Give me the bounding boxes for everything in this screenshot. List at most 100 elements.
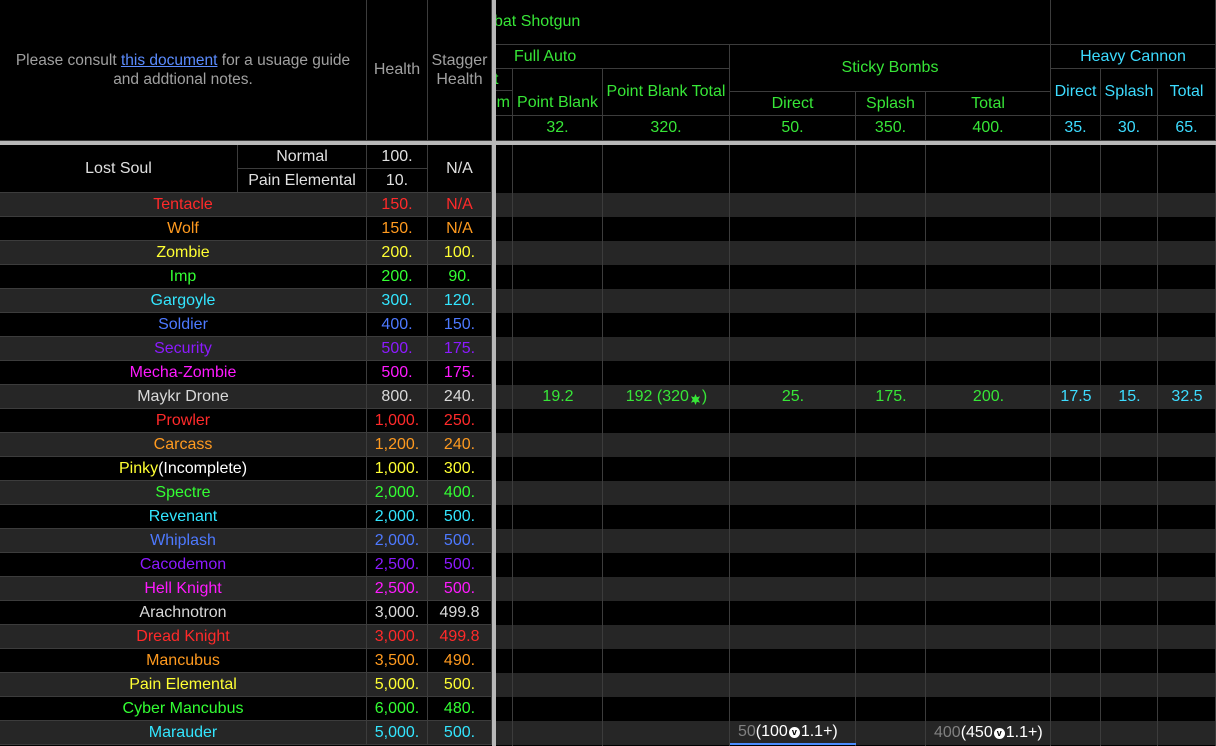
frozen-row-divider[interactable] xyxy=(0,141,1216,145)
enemy-stagger[interactable]: 175. xyxy=(428,361,492,385)
drone-point-blank[interactable]: 19.2 xyxy=(513,385,603,409)
enemy-stagger[interactable]: 480. xyxy=(428,697,492,721)
enemy-health[interactable]: 2,500. xyxy=(367,553,428,577)
enemy-name-cell[interactable]: Cacodemon xyxy=(0,553,367,577)
drone-hc-total[interactable]: 32.5 xyxy=(1158,385,1216,409)
point-blank-total-header: Point Blank Total xyxy=(603,69,730,116)
enemy-name-cell[interactable]: Mancubus xyxy=(0,649,367,673)
enemy-name-cell[interactable]: Marauder xyxy=(0,721,367,745)
enemy-name: Spectre xyxy=(155,483,211,501)
splat-icon xyxy=(690,392,701,405)
marauder-sticky-direct[interactable]: 50 (100 v 1.1+) xyxy=(730,721,856,745)
frozen-column-divider[interactable] xyxy=(492,0,496,746)
drone-hc-direct[interactable]: 17.5 xyxy=(1051,385,1101,409)
enemy-health[interactable]: 500. xyxy=(367,361,428,385)
enemy-stagger[interactable]: 240. xyxy=(428,433,492,457)
enemy-stagger[interactable]: 500. xyxy=(428,505,492,529)
enemy-name-cell[interactable]: Arachnotron xyxy=(0,601,367,625)
enemy-stagger[interactable]: 500. xyxy=(428,529,492,553)
enemy-stagger[interactable]: 500. xyxy=(428,553,492,577)
enemy-stagger[interactable]: 400. xyxy=(428,481,492,505)
enemy-name: Hell Knight xyxy=(144,579,222,597)
enemy-stagger[interactable]: 100. xyxy=(428,241,492,265)
enemy-name-cell[interactable]: Mecha-Zombie xyxy=(0,361,367,385)
enemy-stagger[interactable]: 499.8 xyxy=(428,601,492,625)
column-gridline xyxy=(602,145,603,746)
enemy-health[interactable]: 5,000. xyxy=(367,673,428,697)
enemy-stagger[interactable]: 250. xyxy=(428,409,492,433)
drone-sticky-splash[interactable]: 175. xyxy=(856,385,926,409)
enemy-name-cell[interactable]: Gargoyle xyxy=(0,289,367,313)
enemy-health[interactable]: 6,000. xyxy=(367,697,428,721)
enemy-name-cell[interactable]: Cyber Mancubus xyxy=(0,697,367,721)
enemy-stagger[interactable]: 90. xyxy=(428,265,492,289)
lost-soul-health-pe[interactable]: 10. xyxy=(367,169,428,193)
enemy-name: Security xyxy=(154,339,212,357)
enemy-name-cell[interactable]: Tentacle xyxy=(0,193,367,217)
enemy-name-cell[interactable]: Dread Knight xyxy=(0,625,367,649)
enemy-name-cell[interactable]: Security xyxy=(0,337,367,361)
enemy-name-cell[interactable]: Maykr Drone xyxy=(0,385,367,409)
lost-soul-health-normal[interactable]: 100. xyxy=(367,145,428,169)
enemy-name: Marauder xyxy=(148,723,218,741)
enemy-health[interactable]: 5,000. xyxy=(367,721,428,745)
enemy-health[interactable]: 3,000. xyxy=(367,601,428,625)
enemy-health[interactable]: 1,000. xyxy=(367,457,428,481)
enemy-health[interactable]: 800. xyxy=(367,385,428,409)
lost-soul-variant-normal[interactable]: Normal xyxy=(238,145,367,169)
enemy-stagger[interactable]: 500. xyxy=(428,673,492,697)
enemy-stagger[interactable]: 500. xyxy=(428,721,492,745)
enemy-stagger[interactable]: 150. xyxy=(428,313,492,337)
enemy-health[interactable]: 2,000. xyxy=(367,481,428,505)
enemy-stagger[interactable]: 300. xyxy=(428,457,492,481)
enemy-stagger[interactable]: 175. xyxy=(428,337,492,361)
enemy-name-cell[interactable]: Hell Knight xyxy=(0,577,367,601)
drone-pbt-value: 192 (320 xyxy=(625,388,689,405)
buffed-damage-value: (450 xyxy=(960,724,993,741)
enemy-health[interactable]: 300. xyxy=(367,289,428,313)
enemy-health[interactable]: 200. xyxy=(367,241,428,265)
enemy-health[interactable]: 3,500. xyxy=(367,649,428,673)
enemy-health[interactable]: 200. xyxy=(367,265,428,289)
enemy-name: Cyber Mancubus xyxy=(122,699,244,717)
enemy-health[interactable]: 2,000. xyxy=(367,529,428,553)
enemy-stagger[interactable]: N/A xyxy=(428,193,492,217)
enemy-health[interactable]: 400. xyxy=(367,313,428,337)
enemy-name-cell[interactable]: Wolf xyxy=(0,217,367,241)
enemy-name-cell[interactable]: Prowler xyxy=(0,409,367,433)
enemy-stagger[interactable]: 240. xyxy=(428,385,492,409)
enemy-stagger[interactable]: 120. xyxy=(428,289,492,313)
enemy-health[interactable]: 1,200. xyxy=(367,433,428,457)
lost-soul-stagger[interactable]: N/A xyxy=(428,145,492,193)
enemy-stagger[interactable]: 490. xyxy=(428,649,492,673)
enemy-health[interactable]: 2,000. xyxy=(367,505,428,529)
enemy-health[interactable]: 3,000. xyxy=(367,625,428,649)
enemy-name-cell[interactable]: Pinky (Incomplete) xyxy=(0,457,367,481)
enemy-name-cell[interactable]: Spectre xyxy=(0,481,367,505)
enemy-health[interactable]: 500. xyxy=(367,337,428,361)
enemy-name-cell[interactable]: Whiplash xyxy=(0,529,367,553)
enemy-health[interactable]: 1,000. xyxy=(367,409,428,433)
enemy-stagger[interactable]: N/A xyxy=(428,217,492,241)
marauder-sticky-total[interactable]: 400 (450 v 1.1+) xyxy=(926,721,1051,745)
enemy-name-cell[interactable]: Imp xyxy=(0,265,367,289)
enemy-health[interactable]: 2,500. xyxy=(367,577,428,601)
sticky-bombs-header: Sticky Bombs xyxy=(730,45,1051,92)
enemy-stagger[interactable]: 499.8 xyxy=(428,625,492,649)
enemy-name-cell[interactable]: Pain Elemental xyxy=(0,673,367,697)
drone-sticky-direct[interactable]: 25. xyxy=(730,385,856,409)
drone-pbt-close: ) xyxy=(701,388,708,405)
enemy-stagger[interactable]: 500. xyxy=(428,577,492,601)
lost-soul-name[interactable]: Lost Soul xyxy=(0,145,238,193)
usage-guide-link[interactable]: this document xyxy=(121,52,218,69)
lost-soul-variant-pe[interactable]: Pain Elemental xyxy=(238,169,367,193)
drone-point-blank-total[interactable]: 192 (320) xyxy=(603,385,730,409)
drone-sticky-total[interactable]: 200. xyxy=(926,385,1051,409)
enemy-name-cell[interactable]: Soldier xyxy=(0,313,367,337)
drone-hc-splash[interactable]: 15. xyxy=(1101,385,1158,409)
enemy-health[interactable]: 150. xyxy=(367,217,428,241)
enemy-name-cell[interactable]: Zombie xyxy=(0,241,367,265)
enemy-health[interactable]: 150. xyxy=(367,193,428,217)
enemy-name-cell[interactable]: Carcass xyxy=(0,433,367,457)
enemy-name-cell[interactable]: Revenant xyxy=(0,505,367,529)
